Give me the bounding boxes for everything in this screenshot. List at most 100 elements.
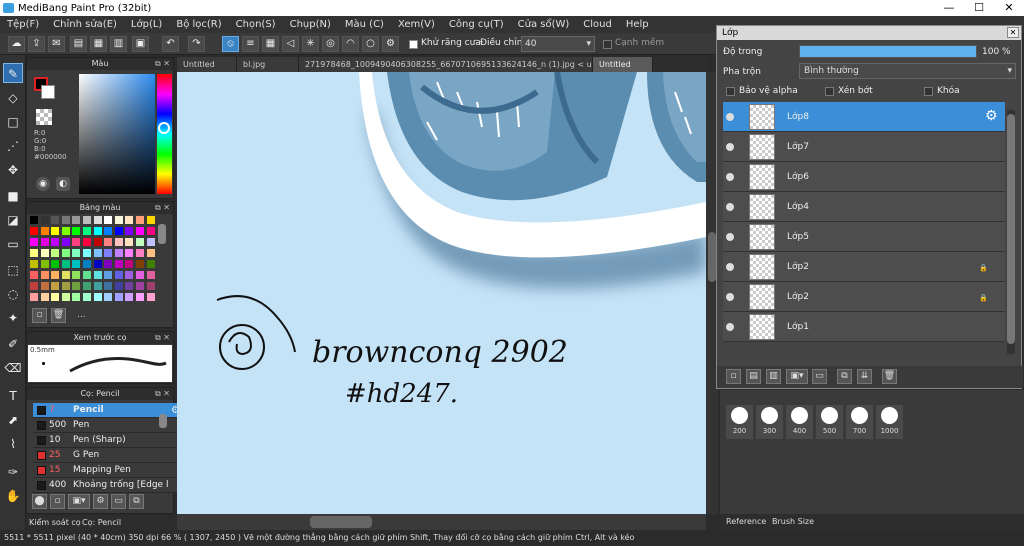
move-tool-icon[interactable]: ✥ bbox=[3, 159, 23, 179]
brush-size-item[interactable]: 500 bbox=[816, 405, 843, 439]
select-eraser-icon[interactable]: ⌫ bbox=[3, 357, 23, 377]
cloud-icon[interactable]: ☁ bbox=[8, 36, 25, 52]
brush-size-item[interactable]: 200 bbox=[726, 405, 753, 439]
minimize-icon[interactable]: — bbox=[934, 0, 964, 16]
color-settings-icon[interactable]: ◐ bbox=[56, 177, 70, 191]
operation-tool-icon[interactable]: ⬈ bbox=[3, 409, 23, 429]
hand-tool-icon[interactable]: ✋ bbox=[3, 485, 23, 505]
delete-color-icon[interactable]: 🗑 bbox=[51, 308, 66, 323]
add-layer-menu-icon[interactable]: ▣▾ bbox=[786, 369, 808, 384]
transparent-swatch[interactable] bbox=[36, 109, 52, 125]
palette-swatch[interactable] bbox=[40, 249, 49, 257]
layer-folder-icon[interactable]: ▭ bbox=[812, 369, 827, 384]
layer-row[interactable]: Lớp6 bbox=[723, 162, 1005, 192]
palette-swatch[interactable] bbox=[61, 216, 70, 224]
eraser-tool-icon[interactable]: ◇ bbox=[3, 87, 23, 107]
palette-swatch[interactable] bbox=[83, 293, 91, 301]
palette-swatch[interactable] bbox=[104, 238, 113, 246]
brush-item[interactable]: 400 Khoảng trống [Edge l bbox=[33, 478, 183, 493]
palette-swatch[interactable] bbox=[93, 293, 102, 301]
palette-swatch[interactable] bbox=[125, 238, 134, 246]
palette-swatch[interactable] bbox=[72, 282, 81, 290]
layer-row[interactable]: Lớp4 bbox=[723, 192, 1005, 222]
palette-swatch[interactable] bbox=[125, 260, 134, 268]
drawing-canvas[interactable]: brownconq 2902 #hd247. bbox=[177, 72, 706, 514]
palette-swatch[interactable] bbox=[104, 293, 113, 301]
palette-swatch[interactable] bbox=[114, 271, 123, 279]
palette-swatch[interactable] bbox=[72, 249, 81, 257]
brush-size-item[interactable]: 700 bbox=[846, 405, 873, 439]
palette-swatch[interactable] bbox=[30, 271, 38, 279]
palette-swatch[interactable] bbox=[30, 249, 38, 257]
palette-swatch[interactable] bbox=[114, 216, 123, 224]
comment-icon[interactable]: ✉ bbox=[48, 36, 65, 52]
rect-tool-icon[interactable]: □ bbox=[3, 111, 23, 131]
hue-slider[interactable] bbox=[157, 74, 172, 194]
fill-rect-icon[interactable]: ■ bbox=[3, 185, 23, 205]
palette-swatch[interactable] bbox=[83, 249, 91, 257]
palette-swatch[interactable] bbox=[72, 293, 81, 301]
palette-swatch[interactable] bbox=[136, 293, 144, 301]
palette-swatch[interactable] bbox=[125, 227, 134, 235]
layer-row[interactable]: Lớp7 bbox=[723, 132, 1005, 162]
menu-layer[interactable]: Lớp(L) bbox=[124, 19, 169, 30]
palette-swatch[interactable] bbox=[51, 227, 60, 235]
snap-settings-icon[interactable]: ⚙ bbox=[382, 36, 399, 52]
menu-file[interactable]: Tệp(F) bbox=[0, 19, 46, 30]
palette-swatch[interactable] bbox=[51, 238, 60, 246]
palette-swatch[interactable] bbox=[104, 271, 113, 279]
layer-row[interactable]: Lớp2 🔒 bbox=[723, 252, 1005, 282]
menu-tools[interactable]: Công cụ(T) bbox=[442, 19, 511, 30]
canvas-hscroll[interactable] bbox=[177, 514, 706, 530]
palette-swatch[interactable] bbox=[146, 216, 155, 224]
eye-icon[interactable] bbox=[726, 263, 734, 271]
palette-swatch[interactable] bbox=[136, 216, 144, 224]
palette-swatch[interactable] bbox=[83, 282, 91, 290]
menu-cloud[interactable]: Cloud bbox=[576, 19, 619, 30]
palette-swatch[interactable] bbox=[125, 249, 134, 257]
palette-swatch[interactable] bbox=[136, 282, 144, 290]
panel-popout-icon[interactable]: ⧉ ✕ bbox=[155, 202, 170, 214]
palette-swatch[interactable] bbox=[104, 216, 113, 224]
palette-swatch[interactable] bbox=[61, 260, 70, 268]
maximize-icon[interactable]: ☐ bbox=[964, 0, 994, 16]
palette-swatch[interactable] bbox=[51, 260, 60, 268]
concentric-snap-icon[interactable]: ◎ bbox=[322, 36, 339, 52]
palette-swatch[interactable] bbox=[40, 282, 49, 290]
layer-row[interactable]: Lớp5 bbox=[723, 222, 1005, 252]
palette-swatch[interactable] bbox=[72, 260, 81, 268]
palette-swatch[interactable] bbox=[61, 227, 70, 235]
new-halftone-layer-icon[interactable]: ▤ bbox=[746, 369, 761, 384]
panel-popout-icon[interactable]: ⧉ ✕ bbox=[155, 332, 170, 344]
doc-icon[interactable]: ▤ bbox=[70, 36, 87, 52]
tab-reference[interactable]: Reference bbox=[726, 517, 766, 526]
palette-swatch[interactable] bbox=[72, 227, 81, 235]
palette-swatch[interactable] bbox=[125, 293, 134, 301]
adjust-select[interactable]: 40 ▾ bbox=[521, 36, 595, 52]
grid-snap-icon[interactable]: ▦ bbox=[262, 36, 279, 52]
palette-swatch[interactable] bbox=[72, 271, 81, 279]
palette-swatch[interactable] bbox=[114, 227, 123, 235]
palette-swatch[interactable] bbox=[93, 282, 102, 290]
page-icon[interactable]: ▦ bbox=[90, 36, 107, 52]
radial-snap-icon[interactable]: ✳ bbox=[302, 36, 319, 52]
palette-grid[interactable] bbox=[30, 216, 158, 304]
perspective-snap-icon[interactable]: ◁ bbox=[282, 36, 299, 52]
tab-untitled-1[interactable]: Untitled bbox=[177, 57, 237, 72]
eye-icon[interactable] bbox=[726, 143, 734, 151]
sheet-icon[interactable]: ▣ bbox=[132, 36, 149, 52]
list-icon[interactable]: ▥ bbox=[110, 36, 127, 52]
palette-swatch[interactable] bbox=[114, 260, 123, 268]
layer-scrollbar[interactable] bbox=[1007, 110, 1015, 354]
palette-swatch[interactable] bbox=[136, 238, 144, 246]
new-color-icon[interactable]: ▫ bbox=[32, 308, 47, 323]
brush-size-item[interactable]: 300 bbox=[756, 405, 783, 439]
palette-swatch[interactable] bbox=[146, 282, 155, 290]
palette-swatch[interactable] bbox=[30, 216, 38, 224]
duplicate-layer-icon[interactable]: ⧉ bbox=[837, 369, 852, 384]
tab-bl-jpg[interactable]: bl.jpg bbox=[237, 57, 299, 72]
palette-swatch[interactable] bbox=[93, 216, 102, 224]
palette-swatch[interactable] bbox=[93, 249, 102, 257]
palette-swatch[interactable] bbox=[104, 282, 113, 290]
no-snap-icon[interactable]: ⦸ bbox=[222, 36, 239, 52]
